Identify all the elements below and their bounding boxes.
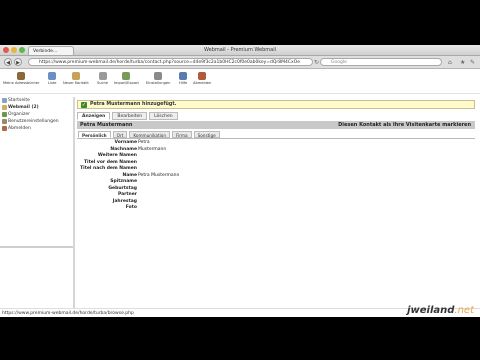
contact-header: Petra Mustermann Diesen Kontakt als Ihre… (77, 121, 475, 129)
magnifier-icon (98, 72, 107, 80)
help-icon (179, 72, 188, 80)
field-row: Foto (77, 205, 475, 212)
tab-edit[interactable]: Bearbeiten (112, 112, 148, 120)
mail-icon (2, 105, 7, 110)
settings-button[interactable]: Einstellungen (146, 72, 170, 85)
import-export-button[interactable]: Import/Export (114, 72, 139, 85)
preferences-icon (2, 119, 7, 124)
window-titlebar: Webmail - Premium Webmail Verbinde... (0, 45, 480, 56)
search-field[interactable]: Google (320, 58, 442, 66)
home-icon[interactable]: ⌂ (448, 59, 452, 66)
tab-location[interactable]: Ort (112, 131, 128, 138)
browser-tab[interactable]: Verbinde... (28, 46, 74, 55)
action-tabs: Anzeigen Bearbeiten Löschen (77, 112, 180, 120)
addressbook-icon (17, 72, 26, 80)
home-icon (2, 98, 7, 103)
section-tabs: Persönlich Ort Kommunikation Firma Sonst… (78, 131, 222, 138)
navigation-bar: ◀ ▶ https://www.premium-webmail.de/horde… (0, 56, 480, 69)
list-icon (48, 72, 57, 80)
contact-name: Petra Mustermann (80, 122, 133, 128)
app-toolbar: Meine Adressbücher Liste Neuer Kontakt S… (0, 69, 480, 94)
tab-company[interactable]: Firma (172, 131, 192, 138)
sidebar-item-webmail[interactable]: Webmail (2) (0, 104, 73, 111)
sidebar-footer (0, 246, 73, 248)
search-button[interactable]: Suche (97, 72, 108, 85)
forward-icon[interactable]: ▶ (14, 58, 22, 66)
contact-fields: Vorname Petra Nachname Mustermann Weitere … (77, 140, 475, 212)
gear-icon (154, 72, 163, 80)
tab-communication[interactable]: Kommunikation (129, 131, 171, 138)
main-content: ✓ Petra Mustermann hinzugefügt. Anzeigen… (77, 96, 475, 317)
logout-icon (198, 72, 207, 80)
tab-personal[interactable]: Persönlich (78, 131, 111, 138)
new-contact-icon (71, 72, 80, 80)
reload-icon[interactable]: ↻ (314, 59, 319, 66)
sidebar-item-logout[interactable]: Abmelden (0, 125, 73, 132)
logout-button[interactable]: Abmelden (193, 72, 211, 85)
watermark: jweiland.net (407, 305, 474, 316)
mark-as-vcard-link[interactable]: Diesen Kontakt als Ihre Visitenkarte mar… (338, 121, 471, 129)
organizer-icon (2, 112, 7, 117)
sidebar-item-home[interactable]: Startseite (0, 97, 73, 104)
tab-view[interactable]: Anzeigen (77, 112, 111, 120)
success-notice: ✓ Petra Mustermann hinzugefügt. (77, 100, 475, 109)
tab-other[interactable]: Sonstige (193, 131, 220, 138)
logout-icon (2, 126, 7, 131)
url-field[interactable]: https://www.premium-webmail.de/horde/tur… (28, 58, 313, 66)
status-url: https://www.premium-webmail.de/horde/tur… (2, 311, 134, 316)
bookmark-icon[interactable]: ★ (460, 59, 465, 66)
settings-icon[interactable]: ✎ (470, 59, 475, 66)
field-label: Foto (125, 205, 137, 210)
back-icon[interactable]: ◀ (4, 58, 12, 66)
new-contact-button[interactable]: Neuer Kontakt (63, 72, 89, 85)
help-button[interactable]: Hilfe (179, 72, 187, 85)
sidebar: Startseite Webmail (2) Organizer Benutze… (0, 97, 73, 317)
tab-delete[interactable]: Löschen (149, 112, 178, 120)
list-button[interactable]: Liste (48, 72, 57, 85)
import-export-icon (122, 72, 131, 80)
tabs-rule (77, 138, 475, 139)
sidebar-splitter[interactable] (73, 97, 75, 317)
sidebar-item-preferences[interactable]: Benutzereinstellungen (0, 118, 73, 125)
checkmark-icon: ✓ (81, 102, 87, 108)
sidebar-item-organizer[interactable]: Organizer (0, 111, 73, 118)
my-addressbooks-button[interactable]: Meine Adressbücher (3, 72, 39, 85)
screen: Webmail - Premium Webmail Verbinde... ◀ … (0, 45, 480, 317)
